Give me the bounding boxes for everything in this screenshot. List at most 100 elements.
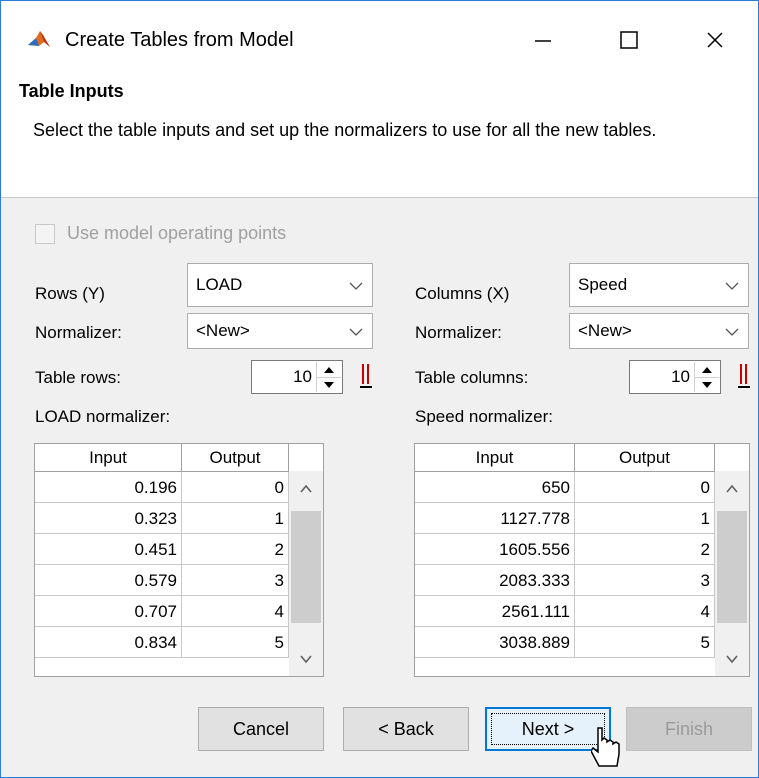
rows-normalizer-dropdown[interactable]: <New> [187,313,373,349]
rows-value: LOAD [196,275,243,294]
table-row[interactable]: 3038.889 5 [415,627,715,658]
cell-output[interactable]: 1 [575,503,715,534]
cell-output[interactable]: 5 [182,627,289,658]
cell-output[interactable]: 2 [575,534,715,565]
scrollbar-thumb[interactable] [291,511,321,623]
cell-input[interactable]: 0.579 [35,565,182,596]
cell-output[interactable]: 0 [182,472,289,503]
table-row[interactable]: 0.323 1 [35,503,289,534]
table-row[interactable]: 0.196 0 [35,472,289,503]
cell-output[interactable]: 2 [182,534,289,565]
column-header-input[interactable]: Input [35,444,182,471]
cell-input[interactable]: 0.196 [35,472,182,503]
rows-normalizer-value: <New> [196,321,250,340]
spin-down-button[interactable] [695,377,719,392]
columns-label: Columns (X) [415,284,510,303]
table-row[interactable]: 1127.778 1 [415,503,715,534]
cell-output[interactable]: 0 [575,472,715,503]
columns-normalizer-value: <New> [578,321,632,340]
triangle-up-icon [702,366,712,373]
table-header: Input Output [415,444,715,472]
speed-normalizer-table[interactable]: Input Output 650 0 1127.778 1 1605.556 2… [414,443,750,677]
cell-input[interactable]: 0.323 [35,503,182,534]
chevron-down-icon [349,328,363,336]
breakpoint-marker-icon[interactable] [737,362,751,390]
finish-button: Finish [626,707,752,751]
columns-value: Speed [578,275,628,294]
spin-up-button[interactable] [317,362,341,378]
maximize-button[interactable] [599,15,659,65]
rows-dropdown[interactable]: LOAD [187,263,373,307]
cell-input[interactable]: 1605.556 [415,534,575,565]
maximize-icon [620,31,638,49]
table-rows-label: Table rows: [35,368,121,387]
cell-input[interactable]: 1127.778 [415,503,575,534]
cell-input[interactable]: 0.707 [35,596,182,627]
load-normalizer-table[interactable]: Input Output 0.196 0 0.323 1 0.451 2 0.5… [34,443,324,677]
cell-output[interactable]: 4 [575,596,715,627]
chevron-down-icon [725,282,739,290]
chevron-down-icon[interactable] [298,651,314,667]
spin-down-button[interactable] [317,377,341,392]
table-row[interactable]: 0.579 3 [35,565,289,596]
column-header-output[interactable]: Output [182,444,289,471]
table-row[interactable]: 0.834 5 [35,627,289,658]
step-header: Table Inputs Select the table inputs and… [1,73,758,198]
table-row[interactable]: 0.707 4 [35,596,289,627]
cell-input[interactable]: 2561.111 [415,596,575,627]
cell-input[interactable]: 2083.333 [415,565,575,596]
use-operating-points-label: Use model operating points [67,223,287,243]
vertical-scrollbar[interactable] [715,471,749,676]
spin-up-button[interactable] [695,362,719,378]
table-row[interactable]: 1605.556 2 [415,534,715,565]
table-columns-label: Table columns: [415,368,529,387]
back-button[interactable]: < Back [343,707,469,751]
columns-normalizer-dropdown[interactable]: <New> [569,313,749,349]
column-header-input[interactable]: Input [415,444,575,471]
cell-output[interactable]: 3 [182,565,289,596]
cell-input[interactable]: 3038.889 [415,627,575,658]
cell-output[interactable]: 5 [575,627,715,658]
cell-output[interactable]: 1 [182,503,289,534]
chevron-down-icon[interactable] [724,651,740,667]
rows-normalizer-label: Normalizer: [35,323,122,342]
window-title: Create Tables from Model [65,29,294,51]
use-operating-points-checkbox[interactable] [35,223,55,244]
step-description: Select the table inputs and set up the n… [33,120,657,140]
chevron-up-icon[interactable] [724,481,740,497]
speed-normalizer-label: Speed normalizer: [415,407,553,426]
chevron-up-icon[interactable] [298,481,314,497]
triangle-up-icon [324,366,334,373]
cell-input[interactable]: 0.451 [35,534,182,565]
triangle-down-icon [324,381,334,388]
columns-normalizer-label: Normalizer: [415,323,502,342]
load-normalizer-label: LOAD normalizer: [35,407,171,426]
mouse-cursor-icon [591,727,620,767]
column-header-output[interactable]: Output [575,444,715,471]
rows-label: Rows (Y) [35,284,105,303]
triangle-down-icon [702,381,712,388]
columns-dropdown[interactable]: Speed [569,263,749,307]
table-row[interactable]: 0.451 2 [35,534,289,565]
table-row[interactable]: 2561.111 4 [415,596,715,627]
close-button[interactable] [685,15,745,65]
spinner-buttons [316,362,341,392]
use-operating-points-option[interactable]: Use model operating points [35,223,286,244]
chevron-down-icon [349,282,363,290]
breakpoint-marker-icon[interactable] [359,362,373,390]
cell-output[interactable]: 4 [182,596,289,627]
table-rows-spinner[interactable]: 10 [251,360,343,394]
table-columns-spinner[interactable]: 10 [629,360,721,394]
cell-output[interactable]: 3 [575,565,715,596]
matlab-icon [26,27,52,51]
title-bar[interactable]: Create Tables from Model [1,1,758,73]
cancel-button[interactable]: Cancel [198,707,324,751]
vertical-scrollbar[interactable] [289,471,323,676]
minimize-icon [535,40,551,42]
table-row[interactable]: 2083.333 3 [415,565,715,596]
table-row[interactable]: 650 0 [415,472,715,503]
cell-input[interactable]: 0.834 [35,627,182,658]
cell-input[interactable]: 650 [415,472,575,503]
scrollbar-thumb[interactable] [717,511,747,623]
minimize-button[interactable] [513,15,573,65]
